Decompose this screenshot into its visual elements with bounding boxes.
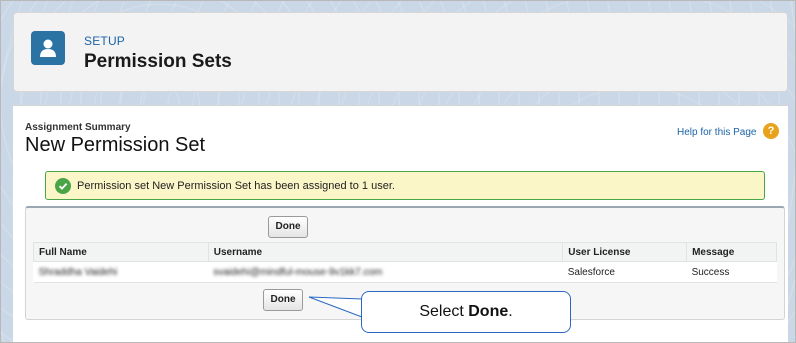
user-icon bbox=[31, 31, 65, 65]
assignment-table: Full Name Username User License Message … bbox=[33, 242, 777, 283]
cell-username: svaidehi@mindful-mouse-9v1kk7.com bbox=[208, 261, 563, 283]
breadcrumb[interactable]: SETUP bbox=[84, 34, 125, 48]
column-header-username: Username bbox=[207, 242, 564, 262]
column-header-user-license: User License bbox=[562, 242, 688, 262]
success-message: Permission set New Permission Set has be… bbox=[45, 171, 765, 200]
cell-full-name[interactable]: Shraddha Vaidehi bbox=[33, 261, 209, 283]
page-header: SETUP Permission Sets bbox=[13, 12, 788, 92]
column-header-full-name: Full Name bbox=[33, 242, 209, 262]
table-row: Shraddha Vaidehi svaidehi@mindful-mouse-… bbox=[33, 261, 777, 283]
done-button-bottom[interactable]: Done bbox=[263, 289, 303, 311]
cell-user-license: Salesforce bbox=[562, 261, 687, 283]
page-title: Permission Sets bbox=[84, 51, 232, 72]
cell-message: Success bbox=[686, 261, 777, 283]
callout-suffix: . bbox=[508, 303, 513, 320]
done-button-top[interactable]: Done bbox=[268, 216, 308, 238]
column-header-message: Message bbox=[686, 242, 777, 262]
help-link[interactable]: Help for this Page bbox=[677, 127, 757, 138]
instruction-callout: Select Done. bbox=[361, 291, 571, 333]
callout-prefix: Select bbox=[419, 303, 469, 320]
success-text: Permission set New Permission Set has be… bbox=[77, 180, 395, 192]
callout-bold: Done bbox=[468, 303, 509, 320]
help-icon[interactable]: ? bbox=[763, 123, 779, 139]
table-header-row: Full Name Username User License Message bbox=[33, 242, 777, 262]
section-subtitle: Assignment Summary bbox=[25, 122, 131, 133]
screenshot-frame: SETUP Permission Sets Assignment Summary… bbox=[0, 0, 796, 343]
check-icon bbox=[55, 178, 71, 194]
permission-set-title: New Permission Set bbox=[25, 134, 206, 156]
